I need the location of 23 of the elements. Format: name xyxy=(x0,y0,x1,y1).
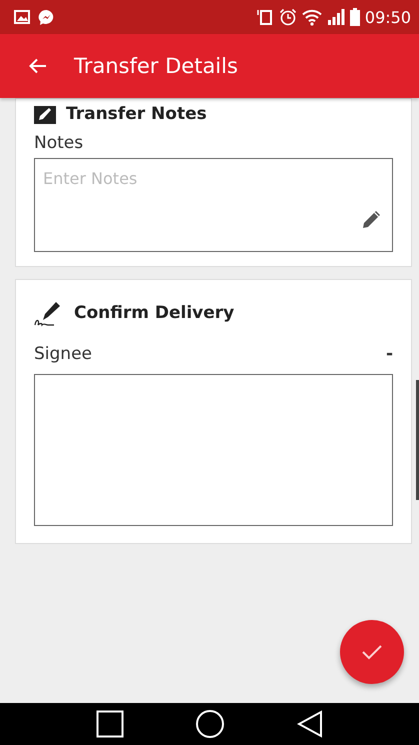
signee-value: - xyxy=(386,344,393,364)
screen-title: Transfer Details xyxy=(74,54,238,78)
back-icon[interactable] xyxy=(297,710,324,738)
card-heading: Transfer Notes xyxy=(66,104,207,124)
wifi-icon xyxy=(302,8,322,26)
chat-bubble-icon xyxy=(38,8,55,26)
confirm-button[interactable] xyxy=(340,620,404,684)
gallery-icon xyxy=(14,10,30,24)
field-label: Notes xyxy=(34,133,84,153)
back-arrow-icon xyxy=(28,56,48,76)
signal-icon xyxy=(326,8,345,26)
edit-icon xyxy=(34,104,56,124)
recents-icon[interactable] xyxy=(96,710,124,738)
battery-icon xyxy=(350,8,360,26)
check-icon xyxy=(361,644,383,660)
vibrate-icon xyxy=(256,8,274,26)
pencil-icon xyxy=(361,208,383,230)
clock-time: 09:50 xyxy=(364,8,411,26)
alarm-icon xyxy=(278,8,297,26)
card-heading: Confirm Delivery xyxy=(74,303,234,323)
home-icon[interactable] xyxy=(195,709,226,739)
field-label: Signee xyxy=(34,344,92,364)
notes-field[interactable]: Enter Notes xyxy=(34,158,393,252)
